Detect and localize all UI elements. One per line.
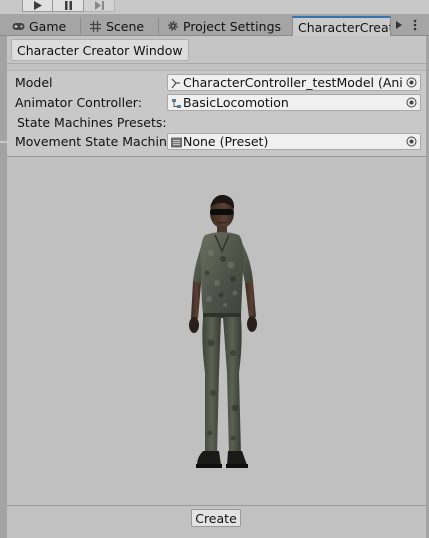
animator-controller-row: Animator Controller: BasicLocomotion	[7, 93, 426, 113]
window-title: Character Creator Window	[11, 39, 189, 61]
tab-label: Project Settings	[183, 18, 282, 34]
tab-divider	[158, 18, 159, 34]
settings-panel: Model CharacterController_testModel (Ani…	[7, 70, 426, 157]
tab-scroll-right-button[interactable]	[393, 18, 405, 32]
animator-controller-label: Animator Controller:	[15, 95, 142, 110]
play-toolbar	[0, 0, 429, 14]
tab-label: CharacterCreato	[298, 19, 391, 35]
pause-icon	[64, 0, 72, 10]
editor-tab-bar: Game Scene Project Settings CharacterCre…	[0, 14, 429, 36]
pause-button[interactable]	[53, 0, 84, 12]
gamepad-icon	[12, 20, 25, 33]
more-vertical-icon	[413, 19, 417, 31]
preset-icon	[170, 136, 182, 148]
model-preview-viewport[interactable]	[7, 157, 426, 506]
movement-state-machine-value: None (Preset)	[183, 134, 269, 149]
tab-scene[interactable]: Scene	[89, 16, 155, 36]
animator-controller-icon	[170, 97, 182, 109]
tab-divider	[80, 18, 81, 34]
model-label: Model	[15, 75, 53, 90]
movement-state-machine-row: Movement State Machine None (Preset)	[7, 132, 426, 152]
tab-game[interactable]: Game	[12, 16, 74, 36]
model-row: Model CharacterController_testModel (Ani…	[7, 73, 426, 93]
model-field[interactable]: CharacterController_testModel (Animato	[167, 74, 421, 91]
step-icon	[94, 0, 104, 10]
object-picker-icon[interactable]	[405, 96, 418, 109]
animator-controller-field[interactable]: BasicLocomotion	[167, 94, 421, 111]
window-footer: Create	[7, 506, 426, 538]
movement-state-machine-label: Movement State Machine	[15, 134, 175, 149]
model-icon	[170, 77, 182, 89]
create-button[interactable]: Create	[191, 509, 241, 527]
left-dock-edge	[0, 36, 7, 538]
chevron-right-icon	[396, 21, 402, 29]
object-picker-icon[interactable]	[405, 76, 418, 89]
play-controls	[22, 0, 115, 13]
state-machines-presets-label: State Machines Presets:	[17, 115, 167, 130]
play-icon	[34, 0, 42, 10]
model-value: CharacterController_testModel (Animato	[183, 75, 402, 90]
tab-label: Game	[29, 18, 67, 34]
step-button[interactable]	[84, 0, 115, 12]
animator-controller-value: BasicLocomotion	[183, 95, 289, 110]
movement-state-machine-field[interactable]: None (Preset)	[167, 133, 421, 150]
scene-grid-icon	[89, 20, 102, 33]
play-button[interactable]	[22, 0, 53, 12]
gear-icon	[166, 20, 179, 33]
tab-menu-button[interactable]	[409, 18, 421, 32]
tab-character-creator[interactable]: CharacterCreato	[292, 16, 391, 36]
object-picker-icon[interactable]	[405, 135, 418, 148]
character-model-image	[189, 194, 257, 468]
tab-label: Scene	[106, 18, 145, 34]
window-title-bar: Character Creator Window	[7, 36, 426, 64]
state-machines-presets-header: State Machines Presets:	[7, 113, 426, 133]
tab-project-settings[interactable]: Project Settings	[166, 16, 286, 36]
